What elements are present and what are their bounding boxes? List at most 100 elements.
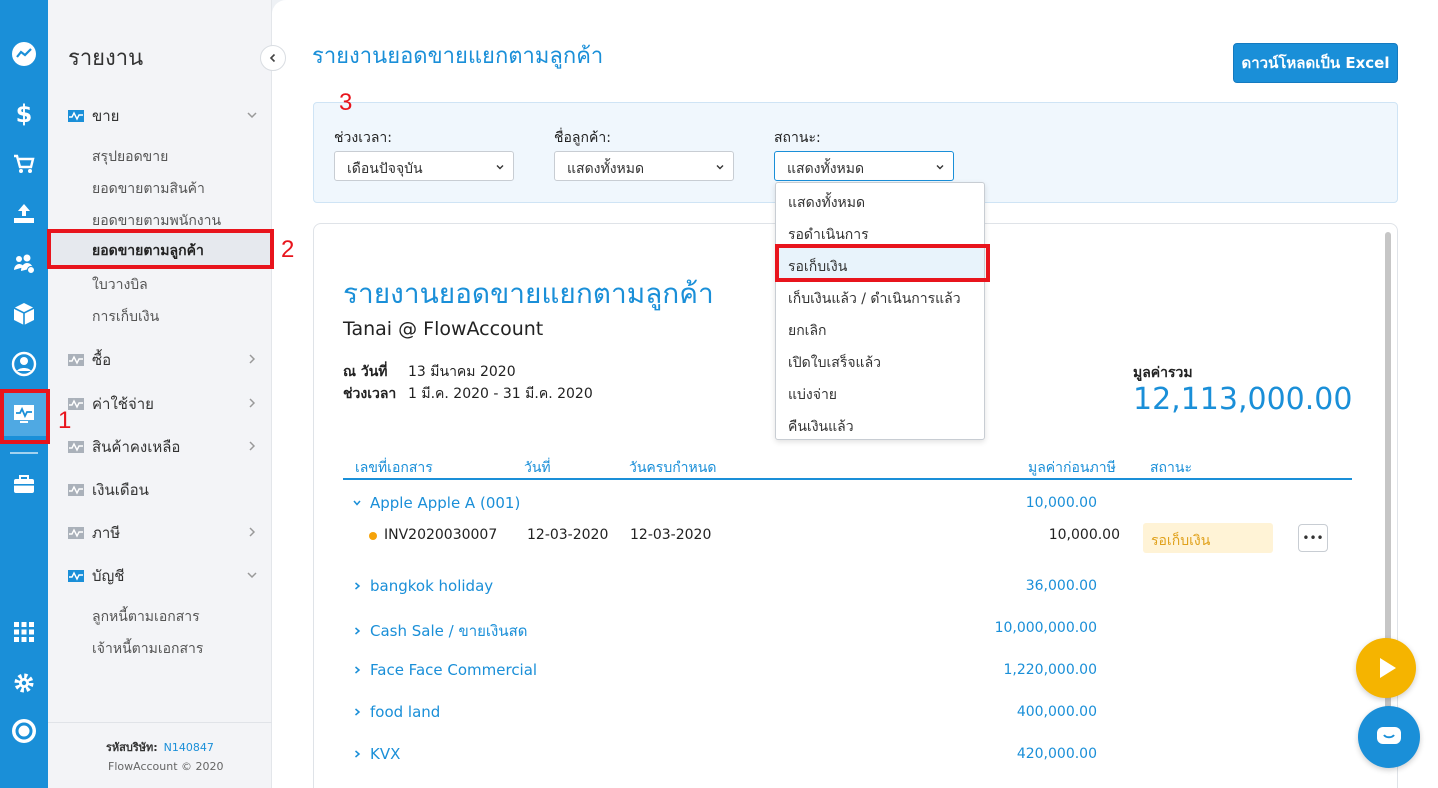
customer-amount: 400,000.00 xyxy=(1016,704,1097,720)
chevron-right-icon xyxy=(355,750,361,758)
total-label: มูลค่ารวม xyxy=(1133,365,1193,381)
sidebar-section-inventory[interactable]: สินค้าคงเหลือ xyxy=(68,436,258,458)
period-select-value: เดือนปัจจุบัน xyxy=(347,161,423,177)
tutorial-play-button[interactable] xyxy=(1356,638,1416,698)
company-code-value: N140847 xyxy=(163,741,214,754)
section-label: ค่าใช้จ่าย xyxy=(92,395,154,413)
report-icon xyxy=(68,441,84,453)
customer-name: KVX xyxy=(370,745,401,763)
chevron-right-icon xyxy=(355,627,361,635)
status-option-refunded[interactable]: คืนเงินแล้ว xyxy=(776,408,984,440)
chevron-left-icon xyxy=(269,53,276,63)
status-option-partial-payment[interactable]: แบ่งจ่าย xyxy=(776,376,984,408)
doc-number[interactable]: INV2020030007 xyxy=(384,527,497,543)
svg-text:$: $ xyxy=(16,101,33,127)
customer-select[interactable]: แสดงทั้งหมด xyxy=(554,151,734,181)
chevron-down-icon xyxy=(247,572,257,579)
sidebar-section-sales[interactable]: ขาย xyxy=(68,105,258,127)
section-label: บัญชี xyxy=(92,567,125,585)
customer-amount: 420,000.00 xyxy=(1016,746,1097,762)
page-title: รายงานยอดขายแยกตามลูกค้า xyxy=(312,44,604,69)
customer-amount: 1,220,000.00 xyxy=(1003,662,1097,678)
status-option-receipt-issued[interactable]: เปิดใบเสร็จแล้ว xyxy=(776,344,984,376)
user-circle-icon[interactable] xyxy=(0,344,48,384)
report-icon xyxy=(68,527,84,539)
period-select[interactable]: เดือนปัจจุบัน xyxy=(334,151,514,181)
download-excel-button[interactable]: ดาวน์โหลดเป็น Excel xyxy=(1233,43,1398,83)
company-code-label: รหัสบริษัท: xyxy=(106,741,158,754)
chevron-down-icon xyxy=(496,165,504,170)
customer-group-row[interactable]: KVX xyxy=(352,745,400,763)
section-label: สินค้าคงเหลือ xyxy=(92,438,181,456)
annotation-number-1: 1 xyxy=(58,407,72,434)
sidebar-item-billing-note[interactable]: ใบวางบิล xyxy=(92,274,148,296)
report-icon xyxy=(68,570,84,582)
contacts-icon[interactable] xyxy=(0,244,48,284)
dashboard-icon[interactable] xyxy=(0,34,48,74)
customer-name: bangkok holiday xyxy=(370,577,494,595)
section-label: ซื้อ xyxy=(92,351,112,369)
annotation-box-2 xyxy=(47,229,274,269)
doc-date: 12-03-2020 xyxy=(527,527,609,543)
col-header-due-date[interactable]: วันครบกำหนด xyxy=(629,457,716,479)
copyright: FlowAccount © 2020 xyxy=(108,760,224,773)
report-title: รายงานยอดขายแยกตามลูกค้า xyxy=(343,277,714,310)
total-value: 12,113,000.00 xyxy=(1133,382,1353,417)
customer-group-row[interactable]: food land xyxy=(352,703,440,721)
status-select[interactable]: แสดงทั้งหมด xyxy=(774,151,954,181)
main-content: รายงานยอดขายแยกตามลูกค้า ดาวน์โหลดเป็น E… xyxy=(272,0,1438,788)
annotation-number-3: 3 xyxy=(339,89,353,116)
sidebar-section-salary[interactable]: เงินเดือน xyxy=(68,479,258,501)
annotation-box-3 xyxy=(775,244,990,282)
customer-amount: 10,000,000.00 xyxy=(994,620,1097,636)
upload-icon[interactable] xyxy=(0,194,48,234)
customer-group-row[interactable]: Apple Apple A (001) xyxy=(352,494,520,512)
cart-icon[interactable] xyxy=(0,144,48,184)
sidebar-collapse-button[interactable] xyxy=(260,45,286,71)
sidebar-item-sales-summary[interactable]: สรุปยอดขาย xyxy=(92,146,168,168)
briefcase-icon[interactable] xyxy=(0,464,48,504)
sidebar-section-accounting[interactable]: บัญชี xyxy=(68,565,258,587)
status-badge: รอเก็บเงิน xyxy=(1143,523,1273,553)
dollar-icon[interactable]: $ xyxy=(0,94,48,134)
customer-group-row[interactable]: bangkok holiday xyxy=(352,577,493,595)
col-header-status[interactable]: สถานะ xyxy=(1150,457,1192,479)
col-header-doc-no[interactable]: เลขที่เอกสาร xyxy=(355,457,433,479)
customer-amount: 10,000.00 xyxy=(1025,495,1097,511)
section-label: ขาย xyxy=(92,107,120,125)
status-option-paid[interactable]: เก็บเงินแล้ว / ดำเนินการแล้ว xyxy=(776,280,984,312)
col-header-pre-tax[interactable]: มูลค่าก่อนภาษี xyxy=(1028,457,1116,479)
company-code: รหัสบริษัท: N140847 xyxy=(106,738,214,756)
status-dropdown-menu: แสดงทั้งหมด รอดำเนินการ รอเก็บเงิน เก็บเ… xyxy=(775,182,985,440)
sidebar-item-sales-by-product[interactable]: ยอดขายตามสินค้า xyxy=(92,178,205,200)
report-date-value: 13 มีนาคม 2020 xyxy=(408,364,516,380)
sidebar-item-collection[interactable]: การเก็บเงิน xyxy=(92,306,159,328)
status-filter-label: สถานะ: xyxy=(774,130,821,146)
doc-amount: 10,000.00 xyxy=(1048,527,1120,543)
doc-due-date: 12-03-2020 xyxy=(630,527,712,543)
chevron-right-icon xyxy=(355,582,361,590)
more-actions-button[interactable]: ••• xyxy=(1298,524,1328,552)
status-option-cancelled[interactable]: ยกเลิก xyxy=(776,312,984,344)
chat-button[interactable] xyxy=(1358,706,1420,768)
status-option-all[interactable]: แสดงทั้งหมด xyxy=(776,184,984,216)
customer-group-row[interactable]: Cash Sale / ขายเงินสด xyxy=(352,619,528,643)
flowaccount-logo-icon[interactable] xyxy=(0,711,48,751)
sidebar-item-receivables[interactable]: ลูกหนี้ตามเอกสาร xyxy=(92,606,200,628)
sidebar: รายงาน ขาย สรุปยอดขาย ยอดขายตามสินค้า ยอ… xyxy=(48,0,272,788)
sidebar-section-tax[interactable]: ภาษี xyxy=(68,522,258,544)
apps-grid-icon[interactable] xyxy=(0,612,48,652)
sidebar-item-payables[interactable]: เจ้าหนี้ตามเอกสาร xyxy=(92,638,203,660)
rail-divider xyxy=(10,452,38,454)
col-header-date[interactable]: วันที่ xyxy=(524,457,551,479)
sidebar-section-expense[interactable]: ค่าใช้จ่าย xyxy=(68,393,258,415)
chevron-down-icon xyxy=(936,165,944,170)
sidebar-section-purchase[interactable]: ซื้อ xyxy=(68,349,258,371)
box-icon[interactable] xyxy=(0,294,48,334)
section-label: เงินเดือน xyxy=(92,481,149,499)
gear-icon[interactable] xyxy=(0,663,48,703)
chevron-down-icon xyxy=(716,165,724,170)
customer-group-row[interactable]: Face Face Commercial xyxy=(352,661,537,679)
chevron-right-icon xyxy=(249,354,256,364)
chat-icon xyxy=(1377,727,1401,744)
